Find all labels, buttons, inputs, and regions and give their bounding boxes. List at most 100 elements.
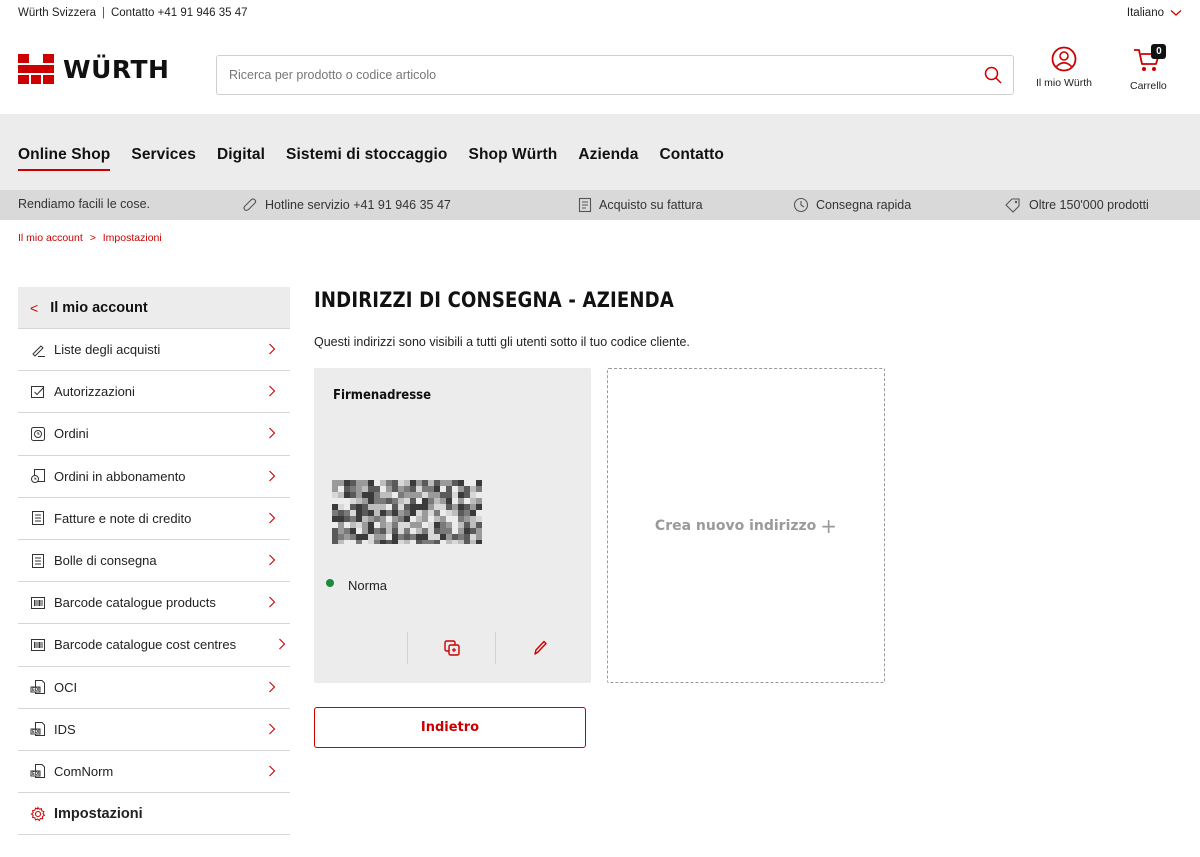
sidebar-item-label: Fatture e note di credito [54,510,192,526]
usp-products-text: Oltre 150'000 prodotti [1029,198,1149,212]
subscription-icon [30,468,46,484]
sidebar-item-label: Impostazioni [54,805,143,822]
svg-text:EDI: EDI [32,687,40,692]
sidebar-item-invoices[interactable]: Fatture e note di credito [18,498,290,540]
clock-icon [793,197,809,213]
contact-link[interactable]: Contatto +41 91 946 35 47 [111,7,248,19]
sidebar-item-label: Barcode catalogue cost centres [54,637,237,653]
search-input[interactable] [217,56,973,94]
copy-address-button[interactable] [407,632,495,664]
search-bar [216,55,1014,95]
sidebar-item-settings[interactable]: Impostazioni [18,793,290,836]
nav-storage-systems[interactable]: Sistemi di stoccaggio [286,146,447,164]
chevron-right-icon [269,427,276,439]
breadcrumb-separator: > [89,232,96,244]
address-status: Norma [326,578,387,593]
cart[interactable]: 0 Carrello [1130,44,1167,92]
language-selector[interactable]: Italiano [1127,7,1182,19]
create-new-address-card[interactable]: Crea nuovo indirizzo + [607,368,885,683]
usp-delivery-text: Consegna rapida [816,198,912,212]
pencil-icon [533,640,547,655]
company-name[interactable]: Würth Svizzera [18,7,96,19]
page-title: INDIRIZZI DI CONSEGNA - AZIENDA [314,288,674,312]
phone-icon [243,198,257,211]
chevron-right-icon [269,765,276,777]
chevron-right-icon [269,681,276,692]
tag-icon [1005,198,1020,213]
usp-hotline: Hotline servizio +41 91 946 35 47 [242,197,451,213]
barcode-icon [30,595,46,611]
sidebar-header-label: Il mio account [50,299,148,316]
nav-company[interactable]: Azienda [578,146,638,164]
copy-icon [443,640,460,656]
sidebar-item-label: Barcode catalogue products [54,595,216,611]
wurth-logo[interactable]: WÜRTH [18,54,169,84]
sidebar-item-subscription-orders[interactable]: Ordini in abbonamento [18,456,290,498]
edi-icon: EDI [30,679,46,695]
cart-label: Carrello [1130,80,1167,92]
chevron-right-icon [269,512,276,524]
gear-icon [30,806,46,822]
sidebar-item-orders[interactable]: Ordini [18,413,290,456]
sidebar-item-oci[interactable]: EDI OCI [18,667,290,709]
sidebar-item-label: ComNorm [54,763,114,779]
logo-text: WÜRTH [63,54,170,84]
sidebar-item-label: OCI [54,679,78,695]
sidebar-item-label: IDS [54,721,76,737]
invoice-doc-icon [30,510,46,526]
chevron-right-icon [269,343,276,355]
sidebar-header[interactable]: < Il mio account [18,287,290,329]
nav-services[interactable]: Services [131,146,196,164]
breadcrumb-account[interactable]: Il mio account [18,232,83,244]
create-new-address-label: Crea nuovo indirizzo [654,517,817,534]
chevron-right-icon [269,385,276,397]
usp-hotline-text: Hotline servizio +41 91 946 35 47 [265,198,451,212]
user-icon [1051,46,1077,72]
account-sidebar: < Il mio account Liste degli acquisti Au… [18,287,290,836]
sidebar-item-authorizations[interactable]: Autorizzazioni [18,371,290,414]
chevron-right-icon [269,470,276,481]
back-button[interactable]: Indietro [314,707,586,748]
sidebar-item-barcode-cost-centres[interactable]: Barcode catalogue cost centres [18,624,290,667]
usp-slogan: Rendiamo facili le cose. [18,197,150,211]
invoice-icon [578,197,592,213]
page-description: Questi indirizzi sono visibili a tutti g… [314,335,690,349]
sidebar-item-barcode-products[interactable]: Barcode catalogue products [18,582,290,625]
nav-digital[interactable]: Digital [217,146,265,164]
sidebar-item-label: Autorizzazioni [54,384,135,400]
usp-invoice: Acquisto su fattura [578,197,703,213]
edi-icon: EDI [30,763,46,779]
checkbox-icon [30,384,46,400]
edit-address-button[interactable] [495,632,583,664]
orders-icon [30,426,46,442]
cart-count-badge: 0 [1151,44,1167,59]
usp-invoice-text: Acquisto su fattura [599,198,703,212]
chevron-right-icon [279,638,286,650]
sidebar-item-label: Liste degli acquisti [54,342,161,358]
nav-online-shop[interactable]: Online Shop [18,146,111,171]
sidebar-item-shopping-lists[interactable]: Liste degli acquisti [18,329,290,372]
chevron-right-icon [269,554,276,566]
search-button[interactable] [973,56,1013,94]
nav-contact[interactable]: Contatto [659,146,724,164]
address-card-actions [407,632,591,664]
sidebar-item-label: Ordini in abbonamento [54,468,186,484]
address-card: Firmenadresse Norma [314,368,591,683]
wurth-logo-icon [18,54,54,84]
plus-icon: + [820,513,838,538]
nav-shop-wurth[interactable]: Shop Würth [469,146,558,164]
breadcrumb: Il mio account > Impostazioni [18,232,162,244]
sidebar-item-delivery-notes[interactable]: Bolle di consegna [18,540,290,583]
address-card-name: Firmenadresse [333,388,432,403]
sidebar-item-ids[interactable]: EDI IDS [18,709,290,751]
sidebar-item-comnorm[interactable]: EDI ComNorm [18,751,290,794]
address-status-label: Norma [348,578,388,593]
top-separator: | [101,7,105,19]
sidebar-item-label: Ordini [54,426,89,442]
language-label: Italiano [1126,7,1164,19]
search-icon [984,66,1002,84]
my-wurth-account[interactable]: Il mio Würth [1036,46,1092,89]
barcode-icon [30,637,46,653]
account-label: Il mio Würth [1036,77,1093,89]
usp-delivery: Consegna rapida [793,197,911,213]
